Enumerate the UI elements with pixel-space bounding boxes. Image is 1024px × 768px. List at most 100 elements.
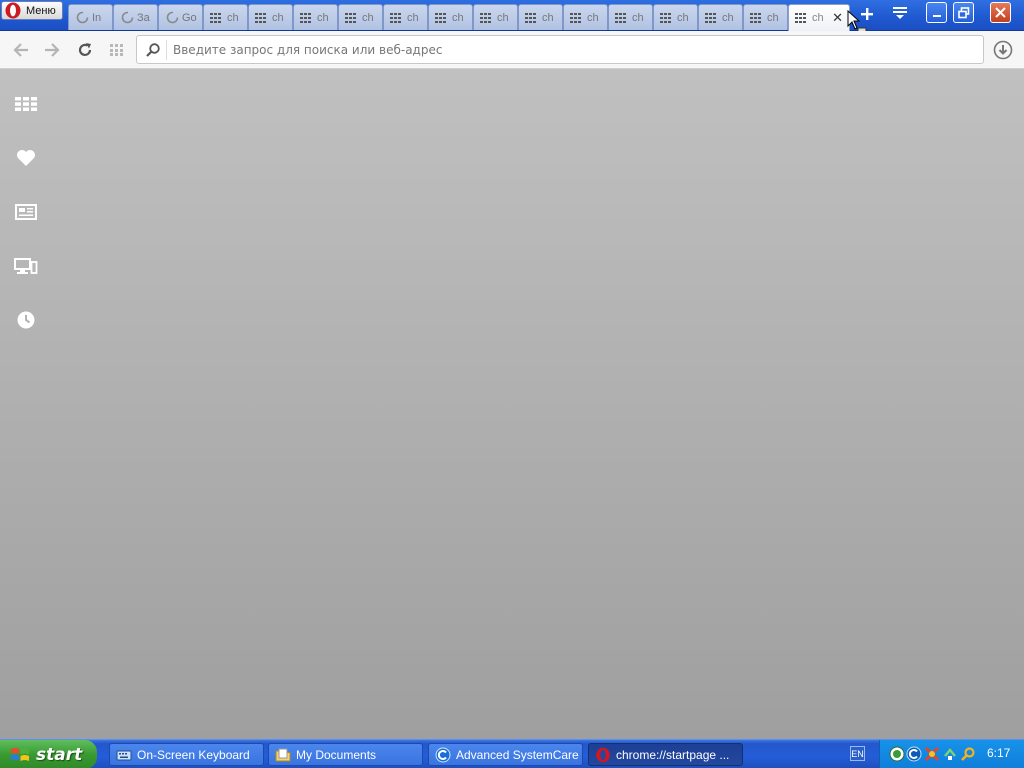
search-icon xyxy=(146,43,160,57)
sidebar-history[interactable] xyxy=(14,308,38,332)
close-window-button[interactable] xyxy=(990,2,1011,23)
tab[interactable]: ch xyxy=(203,4,248,30)
tab[interactable]: ch xyxy=(293,4,338,30)
taskbar-item-opera[interactable]: chrome://startpage ... xyxy=(588,743,743,766)
tab-title: Go xyxy=(182,11,197,24)
language-indicator[interactable]: EN xyxy=(850,746,865,761)
tab-menu-button[interactable] xyxy=(891,6,911,26)
minimize-icon xyxy=(932,14,941,17)
tab[interactable]: ch xyxy=(248,4,293,30)
reload-button[interactable] xyxy=(75,40,95,60)
taskbar-label: On-Screen Keyboard xyxy=(137,747,250,762)
clock[interactable]: 6:17 xyxy=(987,746,1010,760)
windows-flag-icon xyxy=(11,747,29,761)
taskbar-label: chrome://startpage ... xyxy=(616,747,730,762)
tab-strip: Меню In За Go ch ch ch ch ch ch ch ch ch… xyxy=(0,0,1024,39)
speed-dial-button[interactable] xyxy=(107,40,127,60)
tab[interactable]: ch xyxy=(698,4,743,30)
restore-button[interactable] xyxy=(953,2,974,23)
tab-active[interactable]: ch ✕ xyxy=(788,4,850,31)
history-icon xyxy=(17,311,35,329)
tab-title: ch xyxy=(227,11,239,24)
speed-dial-icon xyxy=(390,11,404,25)
speed-dial-icon xyxy=(435,11,449,25)
taskbar-item-onscreen-keyboard[interactable]: On-Screen Keyboard xyxy=(109,743,264,766)
language-label: EN xyxy=(851,748,864,759)
start-button[interactable]: start xyxy=(0,740,97,768)
speed-dial-icon xyxy=(480,11,494,25)
sidebar-bookmarks[interactable] xyxy=(14,146,38,170)
folder-icon xyxy=(275,748,291,761)
browser-toolbar xyxy=(0,31,1024,69)
menu-label: Меню xyxy=(26,4,56,17)
address-bar xyxy=(136,35,984,64)
back-button[interactable] xyxy=(11,40,31,60)
tab-close-icon[interactable]: ✕ xyxy=(832,10,843,26)
speed-dial-icon xyxy=(210,11,224,25)
tray-app-icon[interactable] xyxy=(889,746,905,762)
systemcare-icon xyxy=(435,747,451,762)
tab-title: ch xyxy=(677,11,689,24)
minimize-button[interactable] xyxy=(926,2,947,23)
tab[interactable]: За xyxy=(113,4,158,30)
keyboard-icon xyxy=(116,750,132,760)
taskbar-item-advanced-systemcare[interactable]: Advanced SystemCare xyxy=(428,743,583,766)
tab[interactable]: ch xyxy=(653,4,698,30)
news-icon xyxy=(15,204,37,220)
tab[interactable]: ch xyxy=(383,4,428,30)
tab-title: ch xyxy=(497,11,509,24)
tab-title: ch xyxy=(272,11,284,24)
start-page xyxy=(0,69,1024,739)
tab-title: За xyxy=(137,11,150,24)
grid-icon xyxy=(110,44,123,56)
opera-menu-button[interactable]: Меню xyxy=(1,1,63,20)
tab[interactable]: ch xyxy=(338,4,383,30)
speed-dial-icon xyxy=(255,11,269,25)
search-tray-icon[interactable] xyxy=(960,746,976,762)
tab-title: ch xyxy=(362,11,374,24)
sidebar-speed-dial[interactable] xyxy=(14,92,38,116)
tab-menu-icon xyxy=(893,7,907,19)
tab[interactable]: ch xyxy=(563,4,608,30)
tab-title: ch xyxy=(407,11,419,24)
tab-title: ch xyxy=(812,12,824,24)
speed-dial-icon xyxy=(660,11,674,25)
speed-dial-icon xyxy=(300,11,314,25)
sidebar-news[interactable] xyxy=(14,200,38,224)
taskbar: start On-Screen Keyboard My Documents Ad… xyxy=(0,739,1024,768)
tab-title: ch xyxy=(632,11,644,24)
tab-title: ch xyxy=(722,11,734,24)
speed-dial-icon xyxy=(345,11,359,25)
speed-dial-icon xyxy=(750,11,764,25)
sidebar-synced-tabs[interactable] xyxy=(14,255,38,279)
taskbar-item-my-documents[interactable]: My Documents xyxy=(268,743,423,766)
devices-icon xyxy=(14,258,38,274)
systemcare-tray-icon[interactable] xyxy=(906,746,922,762)
tab-title: In xyxy=(92,11,102,24)
speed-dial-icon xyxy=(15,97,37,111)
tab-title: ch xyxy=(452,11,464,24)
tab[interactable]: Go xyxy=(158,4,203,30)
tab[interactable]: In xyxy=(68,4,113,30)
heart-icon xyxy=(17,150,35,166)
system-tray: 6:17 xyxy=(879,740,1024,768)
tab[interactable]: ch xyxy=(428,4,473,30)
tab-title: ch xyxy=(317,11,329,24)
tab[interactable]: ch xyxy=(518,4,563,30)
address-input[interactable] xyxy=(173,39,973,61)
loading-icon xyxy=(120,11,134,25)
forward-button[interactable] xyxy=(42,40,62,60)
tab[interactable]: ch xyxy=(473,4,518,30)
opera-logo-icon xyxy=(5,2,21,19)
security-tray-icon[interactable] xyxy=(924,746,940,762)
speed-dial-icon xyxy=(705,11,719,25)
downloads-button[interactable] xyxy=(993,40,1013,60)
close-icon xyxy=(995,7,1006,18)
tab[interactable]: ch xyxy=(608,4,653,30)
speed-dial-icon xyxy=(615,11,629,25)
opera-icon xyxy=(596,747,610,762)
tab[interactable]: ch xyxy=(743,4,788,30)
speed-dial-icon xyxy=(795,11,809,25)
start-label: start xyxy=(36,744,83,765)
network-tray-icon[interactable] xyxy=(942,746,958,762)
